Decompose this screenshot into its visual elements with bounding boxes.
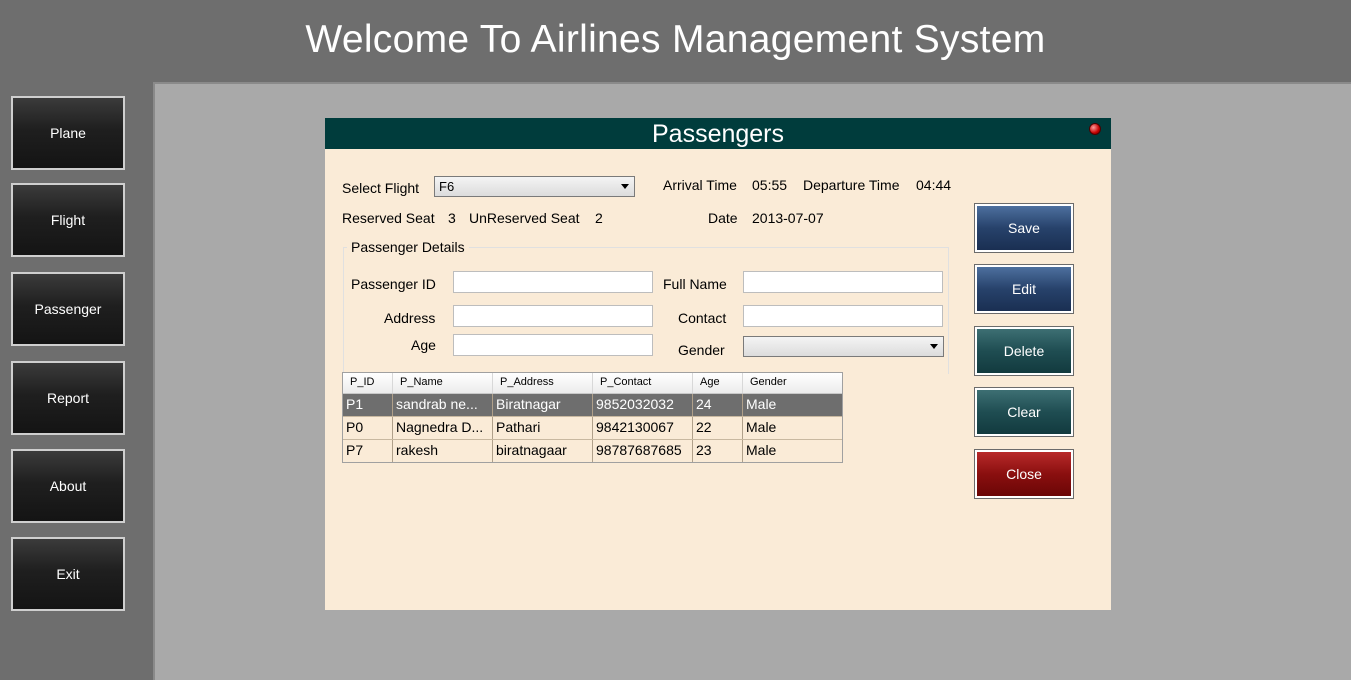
column-header[interactable]: P_Name: [393, 373, 493, 393]
table-cell: 9852032032: [593, 394, 693, 416]
departure-time-value: 04:44: [916, 177, 952, 193]
table-cell: Male: [746, 442, 777, 458]
select-flight-label: Select Flight: [342, 180, 420, 196]
gender-dropdown[interactable]: [743, 336, 944, 357]
sidebar-item-flight[interactable]: Flight: [11, 183, 125, 257]
table-row[interactable]: P0 Nagnedra D... Pathari 9842130067 22 M…: [343, 417, 842, 440]
column-header[interactable]: Age: [693, 373, 743, 393]
table-cell: 98787687685: [593, 440, 693, 462]
table-cell: 23: [693, 440, 743, 462]
table-cell: 9842130067: [593, 417, 693, 439]
column-header[interactable]: P_Address: [493, 373, 593, 393]
age-label: Age: [411, 337, 436, 353]
unreserved-seat-label: UnReserved Seat: [469, 210, 580, 226]
table-cell: Biratnagar: [493, 394, 593, 416]
app-header: Welcome To Airlines Management System: [0, 0, 1351, 82]
table-row[interactable]: P1 sandrab ne... Biratnagar 9852032032 2…: [343, 394, 842, 417]
passenger-table[interactable]: P_ID P_Name P_Address P_Contact Age Gend…: [342, 372, 843, 463]
clear-button[interactable]: Clear: [974, 387, 1074, 437]
close-button[interactable]: Close: [974, 449, 1074, 499]
table-cell: rakesh: [393, 440, 493, 462]
table-cell: P0: [343, 417, 393, 439]
table-cell: P7: [343, 440, 393, 462]
age-field[interactable]: [453, 334, 653, 356]
table-cell: biratnagaar: [493, 440, 593, 462]
sidebar-item-plane[interactable]: Plane: [11, 96, 125, 170]
table-cell: sandrab ne...: [393, 394, 493, 416]
departure-time-label: Departure Time: [803, 177, 900, 193]
table-cell: Pathari: [493, 417, 593, 439]
gender-label: Gender: [678, 342, 725, 358]
form-titlebar: Passengers: [325, 118, 1111, 149]
reserved-seat-label: Reserved Seat: [342, 210, 435, 226]
chevron-down-icon: [621, 184, 629, 189]
delete-button[interactable]: Delete: [974, 326, 1074, 376]
table-cell: Male: [746, 396, 777, 412]
date-value: 2013-07-07: [752, 210, 824, 226]
sidebar-item-exit[interactable]: Exit: [11, 537, 125, 611]
address-label: Address: [384, 310, 436, 326]
table-cell: 24: [693, 394, 743, 416]
date-label: Date: [708, 210, 738, 226]
select-flight-value: F6: [439, 179, 455, 194]
column-header[interactable]: P_Contact: [593, 373, 693, 393]
sidebar-item-passenger[interactable]: Passenger: [11, 272, 125, 346]
edit-button[interactable]: Edit: [974, 264, 1074, 314]
contact-label: Contact: [678, 310, 727, 326]
table-row[interactable]: P7 rakesh biratnagaar 98787687685 23 Mal…: [343, 440, 842, 462]
chevron-down-icon: [930, 344, 938, 349]
form-title: Passengers: [651, 120, 785, 148]
contact-field[interactable]: [743, 305, 943, 327]
select-flight-dropdown[interactable]: F6: [434, 176, 635, 197]
sidebar-item-report[interactable]: Report: [11, 361, 125, 435]
full-name-label: Full Name: [663, 276, 727, 292]
sidebar-item-about[interactable]: About: [11, 449, 125, 523]
table-cell: P1: [343, 394, 393, 416]
table-cell: Male: [746, 419, 777, 435]
arrival-time-value: 05:55: [752, 177, 788, 193]
passengers-form: Passengers Select Flight F6 Arrival Time…: [325, 118, 1111, 610]
table-cell: 22: [693, 417, 743, 439]
close-window-icon[interactable]: [1089, 123, 1101, 135]
save-button[interactable]: Save: [974, 203, 1074, 253]
column-header[interactable]: Gender: [743, 373, 842, 393]
passenger-id-field[interactable]: [453, 271, 653, 293]
address-field[interactable]: [453, 305, 653, 327]
full-name-field[interactable]: [743, 271, 943, 293]
column-header[interactable]: P_ID: [343, 373, 393, 393]
arrival-time-label: Arrival Time: [663, 177, 737, 193]
passenger-id-label: Passenger ID: [351, 276, 436, 292]
app-title: Welcome To Airlines Management System: [305, 18, 1046, 61]
table-header: P_ID P_Name P_Address P_Contact Age Gend…: [343, 373, 842, 394]
reserved-seat-value: 3: [448, 210, 456, 226]
table-cell: Nagnedra D...: [393, 417, 493, 439]
passenger-details-title: Passenger Details: [347, 239, 469, 255]
unreserved-seat-value: 2: [595, 210, 603, 226]
